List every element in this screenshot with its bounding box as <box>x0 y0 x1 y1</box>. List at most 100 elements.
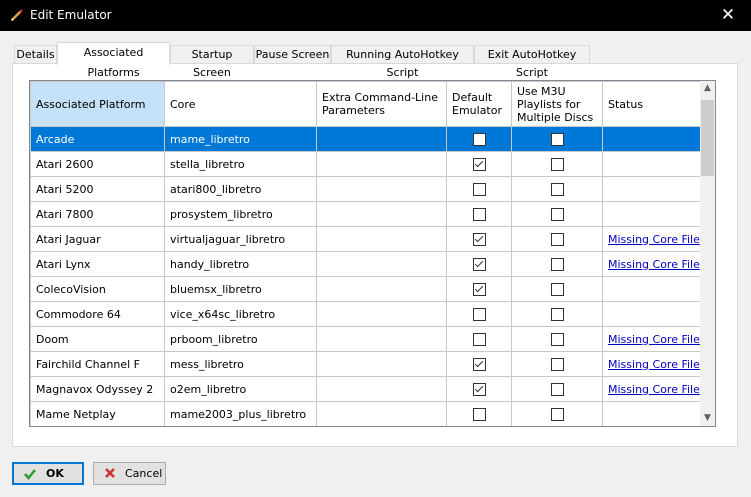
m3u-cell[interactable] <box>511 326 603 352</box>
default-emulator-checkbox[interactable] <box>472 407 486 421</box>
column-header-m3u[interactable]: Use M3U Playlists for Multiple Discs <box>511 81 603 127</box>
status-cell[interactable] <box>602 201 702 227</box>
table-row[interactable]: Atari Lynx handy_libretro Missing Core Fil… <box>30 251 702 277</box>
missing-core-link[interactable]: Missing Core File <box>608 333 700 346</box>
status-cell[interactable]: Missing Core File <box>602 376 702 402</box>
params-cell[interactable] <box>316 226 447 252</box>
ok-button[interactable]: OK <box>12 462 84 485</box>
tab-associated-platforms[interactable]: Associated Platforms <box>57 42 170 79</box>
missing-core-link[interactable]: Missing Core File <box>608 358 700 371</box>
default-emulator-checkbox[interactable] <box>472 357 486 371</box>
platform-cell[interactable]: Atari 7800 <box>30 201 165 227</box>
tab-details[interactable]: Details <box>14 45 57 63</box>
default-emulator-checkbox[interactable] <box>472 182 486 196</box>
default-emulator-cell[interactable] <box>446 151 512 177</box>
m3u-cell[interactable] <box>511 351 603 377</box>
default-emulator-checkbox[interactable] <box>472 282 486 296</box>
status-cell[interactable] <box>602 276 702 302</box>
status-cell[interactable]: Missing Core File <box>602 351 702 377</box>
m3u-checkbox[interactable] <box>550 232 564 246</box>
params-cell[interactable] <box>316 351 447 377</box>
default-emulator-checkbox[interactable] <box>472 232 486 246</box>
m3u-checkbox[interactable] <box>550 307 564 321</box>
platform-cell[interactable]: Mame Netplay <box>30 401 165 426</box>
params-cell[interactable] <box>316 276 447 302</box>
default-emulator-cell[interactable] <box>446 301 512 327</box>
cancel-button[interactable]: Cancel <box>93 462 166 485</box>
status-cell[interactable] <box>602 126 702 152</box>
tab-running-autohotkey-script[interactable]: Running AutoHotkey Script <box>331 45 474 79</box>
default-emulator-cell[interactable] <box>446 376 512 402</box>
column-header-platform[interactable]: Associated Platform <box>30 81 165 127</box>
default-emulator-cell[interactable] <box>446 226 512 252</box>
column-header-core[interactable]: Core <box>164 81 317 127</box>
m3u-cell[interactable] <box>511 126 603 152</box>
core-cell[interactable]: atari800_libretro <box>164 176 317 202</box>
core-cell[interactable]: stella_libretro <box>164 151 317 177</box>
column-header-status[interactable]: Status <box>602 81 702 127</box>
platform-cell[interactable]: Atari 5200 <box>30 176 165 202</box>
table-row[interactable]: Atari 2600 stella_libretro <box>30 151 702 177</box>
platform-cell[interactable]: Atari Lynx <box>30 251 165 277</box>
status-cell[interactable]: Missing Core File <box>602 251 702 277</box>
platform-cell[interactable]: Doom <box>30 326 165 352</box>
params-cell[interactable] <box>316 401 447 426</box>
params-cell[interactable] <box>316 176 447 202</box>
params-cell[interactable] <box>316 151 447 177</box>
core-cell[interactable]: prosystem_libretro <box>164 201 317 227</box>
default-emulator-cell[interactable] <box>446 401 512 426</box>
core-cell[interactable]: bluemsx_libretro <box>164 276 317 302</box>
close-icon[interactable]: ✕ <box>705 0 751 31</box>
column-header-extra-params[interactable]: Extra Command-Line Parameters <box>316 81 447 127</box>
table-row[interactable]: Atari 7800 prosystem_libretro <box>30 201 702 227</box>
core-cell[interactable]: mame2003_plus_libretro <box>164 401 317 426</box>
scroll-thumb[interactable] <box>701 100 714 176</box>
tab-exit-autohotkey-script[interactable]: Exit AutoHotkey Script <box>474 45 590 79</box>
default-emulator-cell[interactable] <box>446 351 512 377</box>
table-row[interactable]: ColecoVision bluemsx_libretro <box>30 276 702 302</box>
platform-cell[interactable]: ColecoVision <box>30 276 165 302</box>
scroll-down-icon[interactable]: ▼ <box>700 411 715 426</box>
m3u-checkbox[interactable] <box>550 407 564 421</box>
table-row[interactable]: Magnavox Odyssey 2 o2em_libretro Missing C… <box>30 376 702 402</box>
missing-core-link[interactable]: Missing Core File <box>608 383 700 396</box>
params-cell[interactable] <box>316 376 447 402</box>
vertical-scrollbar[interactable]: ▲ ▼ <box>700 81 715 426</box>
status-cell[interactable]: Missing Core File <box>602 226 702 252</box>
params-cell[interactable] <box>316 251 447 277</box>
default-emulator-checkbox[interactable] <box>472 382 486 396</box>
m3u-checkbox[interactable] <box>550 382 564 396</box>
status-cell[interactable] <box>602 301 702 327</box>
default-emulator-cell[interactable] <box>446 326 512 352</box>
default-emulator-checkbox[interactable] <box>472 207 486 221</box>
platform-cell[interactable]: Atari 2600 <box>30 151 165 177</box>
m3u-checkbox[interactable] <box>550 182 564 196</box>
missing-core-link[interactable]: Missing Core File <box>608 233 700 246</box>
table-row[interactable]: Atari Jaguar virtualjaguar_libretro Missin… <box>30 226 702 252</box>
default-emulator-checkbox[interactable] <box>472 157 486 171</box>
tab-pause-screen[interactable]: Pause Screen <box>254 45 331 63</box>
m3u-cell[interactable] <box>511 201 603 227</box>
m3u-cell[interactable] <box>511 276 603 302</box>
table-row[interactable]: Arcade mame_libretro <box>30 126 702 152</box>
m3u-cell[interactable] <box>511 151 603 177</box>
default-emulator-cell[interactable] <box>446 126 512 152</box>
default-emulator-cell[interactable] <box>446 201 512 227</box>
core-cell[interactable]: o2em_libretro <box>164 376 317 402</box>
table-row[interactable]: Fairchild Channel Fmess_libretro Missing … <box>30 351 702 377</box>
m3u-checkbox[interactable] <box>550 132 564 146</box>
params-cell[interactable] <box>316 126 447 152</box>
column-header-default-emulator[interactable]: Default Emulator <box>446 81 512 127</box>
table-row[interactable]: Doom prboom_libretro Missing Core File <box>30 326 702 352</box>
m3u-checkbox[interactable] <box>550 332 564 346</box>
default-emulator-checkbox[interactable] <box>472 132 486 146</box>
m3u-checkbox[interactable] <box>550 207 564 221</box>
core-cell[interactable]: handy_libretro <box>164 251 317 277</box>
m3u-checkbox[interactable] <box>550 157 564 171</box>
m3u-checkbox[interactable] <box>550 257 564 271</box>
table-row[interactable]: Commodore 64 vice_x64sc_libretro <box>30 301 702 327</box>
platform-cell[interactable]: Arcade <box>30 126 165 152</box>
m3u-cell[interactable] <box>511 251 603 277</box>
core-cell[interactable]: prboom_libretro <box>164 326 317 352</box>
tab-startup-screen[interactable]: Startup Screen <box>170 45 254 79</box>
